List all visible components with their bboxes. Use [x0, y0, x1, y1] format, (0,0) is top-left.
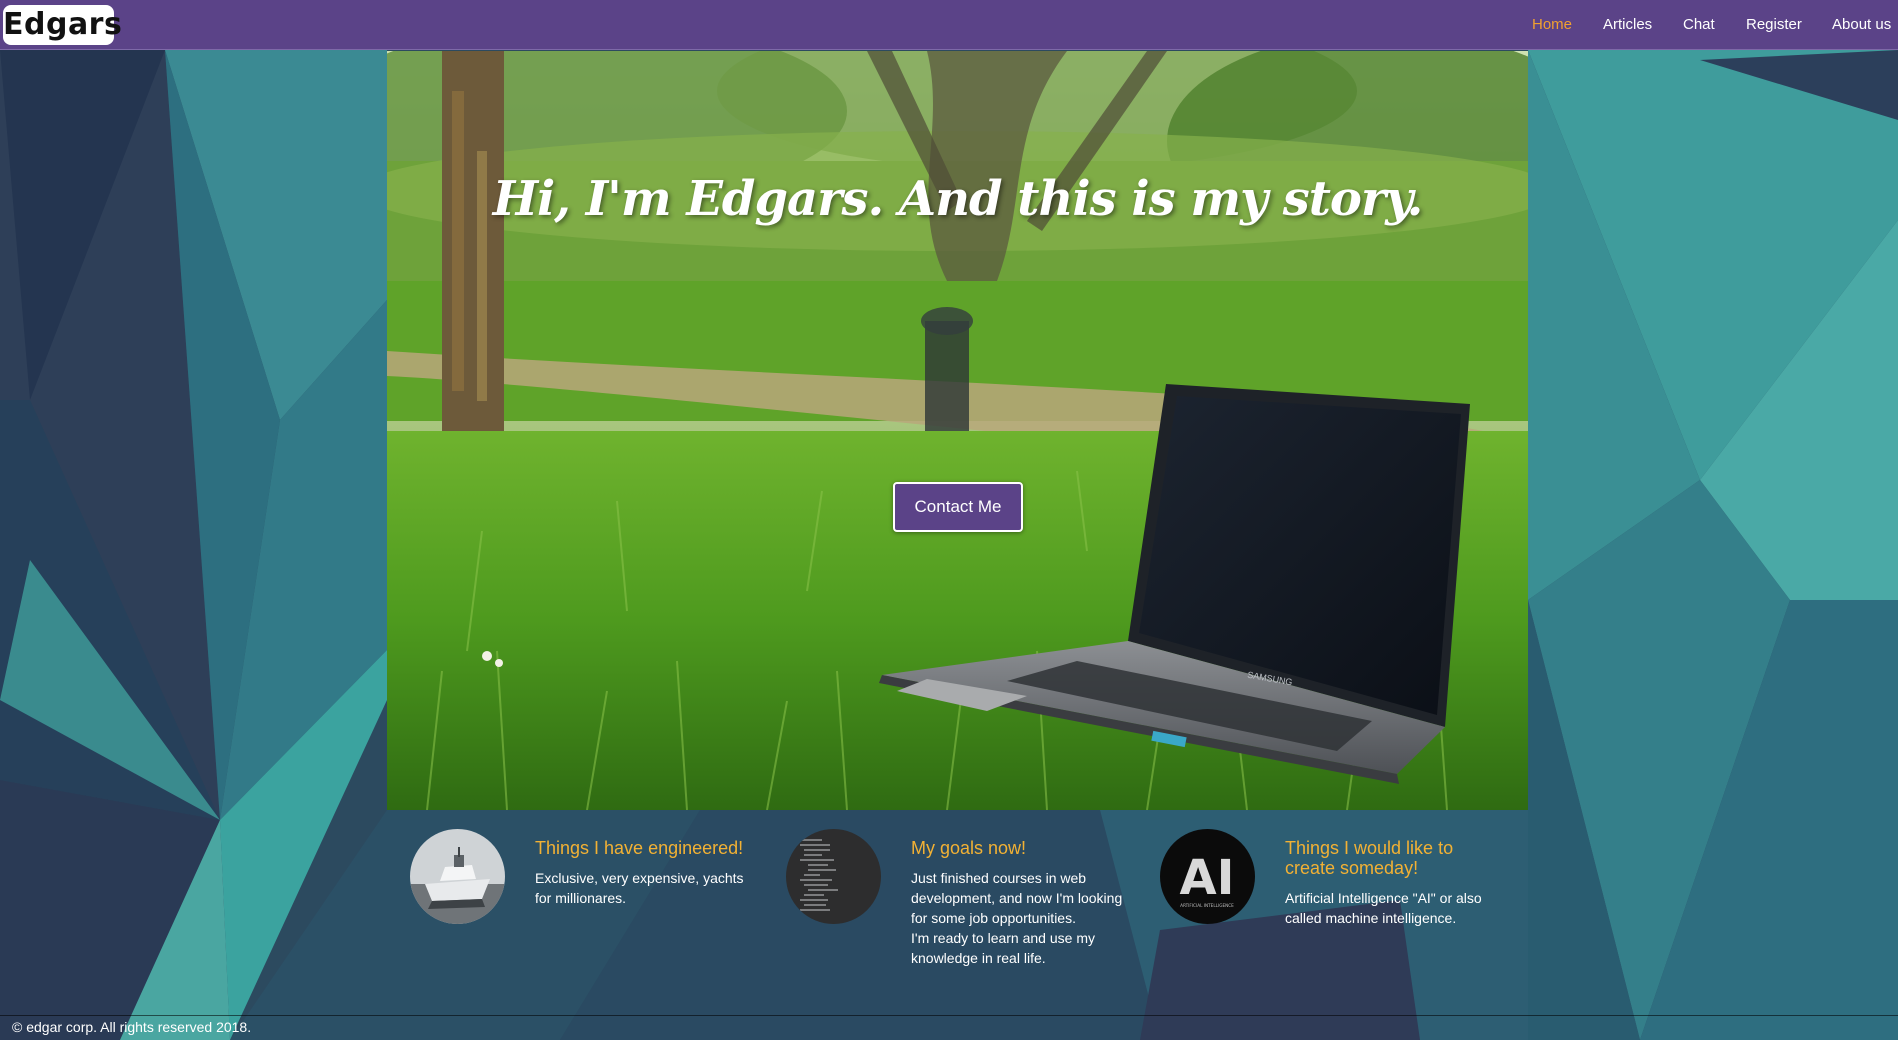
svg-text:ARTIFICIAL INTELLIGENCE: ARTIFICIAL INTELLIGENCE — [1180, 903, 1234, 908]
nav-link-chat[interactable]: Chat — [1683, 16, 1715, 33]
feature-text: Artificial Intelligence "AI" or also cal… — [1285, 890, 1482, 926]
ai-icon: AI ARTIFICIAL INTELLIGENCE — [1160, 829, 1255, 924]
hero-title: Hi, I'm Edgars. And this is my story. — [492, 171, 1424, 227]
code-screen-icon — [786, 829, 881, 924]
footer: © edgar corp. All rights reserved 2018. — [0, 1015, 1898, 1040]
nav-link-register[interactable]: Register — [1746, 16, 1802, 33]
feature-title: Things I have engineered! — [535, 838, 744, 858]
hero-section: SAMSUNG Hi, I'm Edgars. And this is my s… — [387, 51, 1528, 810]
nav-link-home[interactable]: Home — [1532, 16, 1572, 33]
feature-text: Exclusive, very expensive, yachts for mi… — [535, 870, 744, 906]
copyright-text: © edgar corp. All rights reserved 2018. — [12, 1019, 252, 1035]
nav-link-about-us[interactable]: About us — [1832, 16, 1891, 33]
top-navbar: Edgars Home Articles Chat Register About… — [0, 0, 1898, 50]
feature-title: Things I would like to create someday! — [1285, 838, 1454, 878]
site-logo[interactable]: Edgars — [3, 5, 122, 45]
feature-text: Just finished courses in web development… — [911, 870, 1123, 966]
hero-background-image: SAMSUNG — [387, 51, 1528, 810]
yacht-icon — [410, 829, 505, 924]
nav-link-articles[interactable]: Articles — [1603, 16, 1652, 33]
feature-title: My goals now! — [911, 838, 1027, 858]
svg-text:AI: AI — [1179, 850, 1234, 906]
contact-me-button[interactable]: Contact Me — [893, 482, 1023, 532]
